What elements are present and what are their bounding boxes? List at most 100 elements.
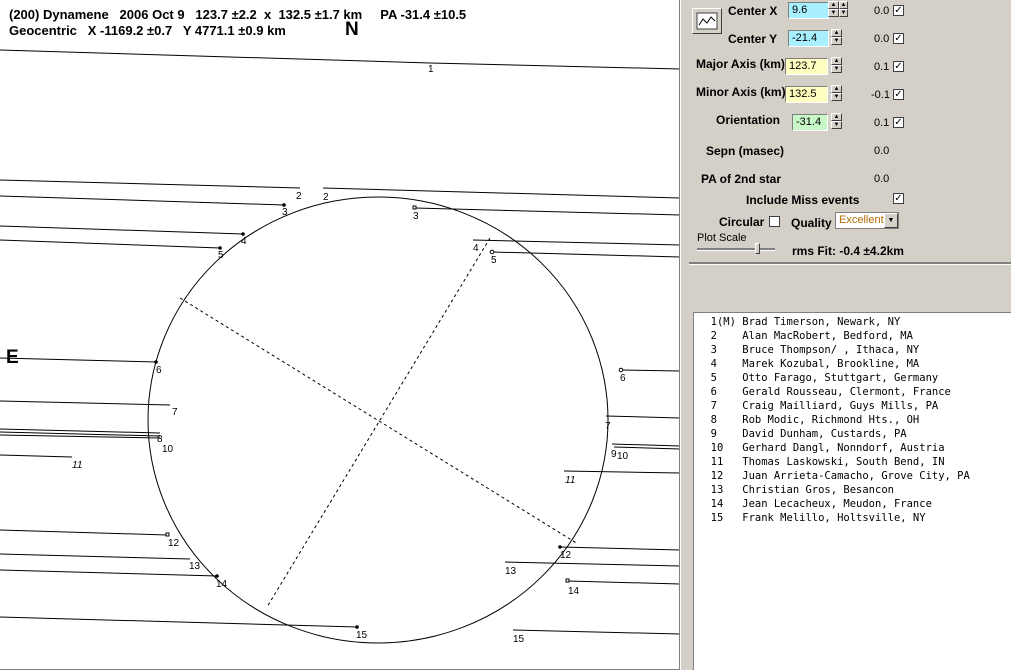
- list-item[interactable]: 7 Craig Mailliard, Guys Mills, PA: [698, 400, 939, 412]
- chord-left-2: [0, 179, 301, 189]
- event-marker: [154, 360, 158, 364]
- orientation-field[interactable]: -31.4: [792, 114, 828, 131]
- chord-label: 11: [72, 460, 82, 471]
- list-item[interactable]: 5 Otto Farago, Stuttgart, Germany: [698, 372, 939, 384]
- list-item[interactable]: 11 Thomas Laskowski, South Bend, IN: [698, 456, 945, 468]
- chord-label: 6: [620, 373, 626, 384]
- major-axis-spinner[interactable]: ▲ ▼: [831, 57, 842, 74]
- include-miss-label: Include Miss events: [746, 193, 860, 207]
- separation-value: 0.0: [874, 145, 890, 157]
- orientation-checkbox[interactable]: ✓: [893, 117, 904, 128]
- list-item[interactable]: 12 Juan Arrieta-Camacho, Grove City, PA: [698, 470, 970, 482]
- chord-left-5: [0, 239, 221, 249]
- plot-tool-button[interactable]: [692, 8, 722, 34]
- panel-divider: [689, 262, 1011, 265]
- event-marker: [489, 249, 495, 255]
- circular-label: Circular: [719, 215, 765, 229]
- chord-left-11: [0, 454, 73, 458]
- pa-2nd-star-label: PA of 2nd star: [701, 172, 782, 186]
- center-y-spinner[interactable]: ▲ ▼: [831, 29, 842, 46]
- center-x-checkbox[interactable]: ✓: [893, 5, 904, 16]
- chord-label: 14: [568, 586, 580, 597]
- chord-right-12: [559, 546, 680, 551]
- major-axis-field[interactable]: 123.7: [785, 58, 828, 75]
- chord-label: 2: [296, 191, 302, 202]
- chord-left-12: [0, 529, 168, 536]
- center-x-label: Center X: [728, 4, 778, 18]
- major-axis-checkbox[interactable]: ✓: [893, 61, 904, 72]
- chord-left-3: [0, 195, 285, 206]
- quality-value: Excellent: [839, 214, 884, 226]
- chord-right-5: [491, 251, 680, 258]
- minor-axis-spinner[interactable]: ▲ ▼: [831, 85, 842, 102]
- chord-left-6: [0, 357, 157, 363]
- rms-fit-label: rms Fit: -0.4 ±4.2km: [792, 244, 904, 258]
- list-item[interactable]: 9 David Dunham, Custards, PA: [698, 428, 907, 440]
- chord-left-4: [0, 225, 244, 235]
- chord-label: 15: [356, 630, 368, 641]
- chord-left-14: [0, 569, 218, 577]
- splitter[interactable]: [680, 0, 689, 670]
- list-item[interactable]: 15 Frank Melillo, Holtsville, NY: [698, 512, 926, 524]
- orientation-spinner[interactable]: ▲ ▼: [831, 113, 842, 130]
- list-item[interactable]: 3 Bruce Thompson/ , Ithaca, NY: [698, 344, 920, 356]
- quality-dropdown[interactable]: Excellent ▼: [835, 212, 899, 229]
- pa-2nd-star-value: 0.0: [874, 173, 890, 185]
- circular-checkbox[interactable]: [769, 216, 780, 227]
- center-x-field[interactable]: 9.6: [788, 2, 829, 19]
- event-marker: [355, 625, 359, 629]
- chord-right-8: [611, 443, 680, 447]
- event-marker: [618, 367, 624, 373]
- plot-scale-thumb[interactable]: [755, 243, 760, 254]
- list-item[interactable]: 6 Gerald Rousseau, Clermont, France: [698, 386, 951, 398]
- list-item[interactable]: 4 Marek Kozubal, Brookline, MA: [698, 358, 920, 370]
- chord-right-6: [620, 369, 680, 372]
- chord-label: 4: [473, 243, 479, 254]
- center-y-fit: 0.0: [874, 33, 890, 45]
- major-axis-fit: 0.1: [874, 61, 890, 73]
- chord-right-2: [322, 187, 680, 199]
- center-x-scroll[interactable]: ▲ ▼: [839, 1, 848, 18]
- list-item[interactable]: 1(M) Brad Timerson, Newark, NY: [698, 316, 901, 328]
- chord-right-1: [429, 62, 680, 70]
- minor-axis-label: Minor Axis (km): [696, 85, 786, 99]
- chord-label: 10: [617, 451, 629, 462]
- north-indicator: N: [345, 19, 359, 40]
- observer-list[interactable]: 1(M) Brad Timerson, Newark, NY 2 Alan Ma…: [693, 312, 1011, 670]
- list-item[interactable]: 14 Jean Lecacheux, Meudon, France: [698, 498, 932, 510]
- list-item[interactable]: 10 Gerhard Dangl, Nonndorf, Austria: [698, 442, 945, 454]
- event-marker: [412, 205, 417, 210]
- major-axis-label: Major Axis (km): [696, 57, 785, 71]
- major-axis-line: [179, 297, 579, 545]
- center-x-spinner[interactable]: ▲ ▼: [828, 1, 839, 18]
- east-indicator: E: [6, 347, 19, 368]
- chord-label: 3: [282, 207, 288, 218]
- chord-label: 1: [428, 64, 434, 75]
- event-marker: [565, 578, 570, 583]
- plot-scale-track[interactable]: [697, 248, 775, 251]
- center-y-checkbox[interactable]: ✓: [893, 33, 904, 44]
- quality-label: Quality: [791, 216, 832, 230]
- list-item[interactable]: 8 Rob Modic, Richmond Hts., OH: [698, 414, 920, 426]
- chevron-down-icon[interactable]: ▼: [884, 213, 898, 228]
- chord-label: 12: [560, 550, 572, 561]
- graph-icon: [696, 12, 718, 30]
- orientation-fit: 0.1: [874, 117, 890, 129]
- geocentric-coords: Geocentric X -1169.2 ±0.7 Y 4771.1 ±0.9 …: [9, 23, 286, 38]
- chord-label: 2: [323, 192, 329, 203]
- orientation-label: Orientation: [716, 113, 781, 127]
- minor-axis-fit: -0.1: [871, 89, 890, 101]
- minor-axis-field[interactable]: 132.5: [785, 86, 828, 103]
- minor-axis-checkbox[interactable]: ✓: [893, 89, 904, 100]
- chord-right-15: [512, 629, 680, 635]
- minor-axis-line: [266, 237, 491, 608]
- list-item[interactable]: 13 Christian Gros, Besancon: [698, 484, 894, 496]
- center-x-fit: 0.0: [874, 5, 890, 17]
- plot-scale-label: Plot Scale: [697, 232, 747, 244]
- center-y-field[interactable]: -21.4: [788, 30, 829, 47]
- chord-label: 7: [605, 421, 611, 432]
- chord-right-4: [472, 239, 680, 246]
- chord-label: 4: [241, 236, 247, 247]
- include-miss-checkbox[interactable]: ✓: [893, 193, 904, 204]
- list-item[interactable]: 2 Alan MacRobert, Bedford, MA: [698, 330, 913, 342]
